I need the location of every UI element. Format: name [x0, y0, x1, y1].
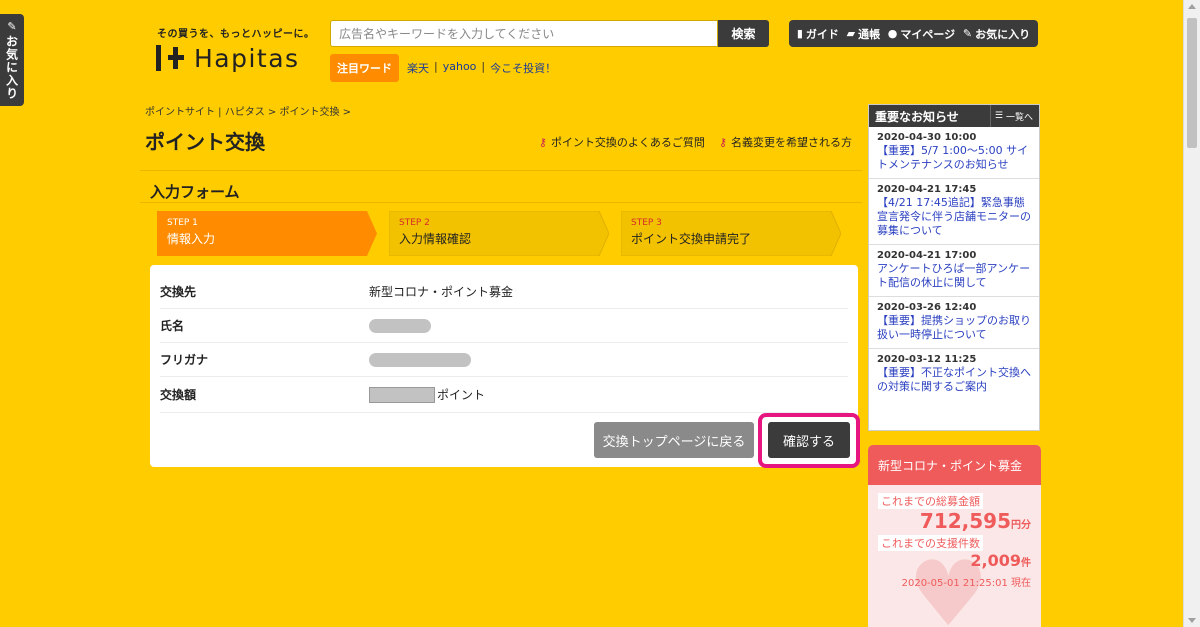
notices-all-link[interactable]: ☰ 一覧へ — [989, 105, 1033, 127]
list-icon: ☰ — [994, 111, 1003, 121]
form-row-destination: 交換先 新型コロナ・ポイント募金 — [160, 275, 848, 309]
scroll-up-icon[interactable] — [1188, 4, 1196, 9]
donation-total-label: これまでの総募金額 — [878, 493, 983, 509]
divider — [140, 170, 862, 171]
donation-title: 新型コロナ・ポイント募金 — [868, 445, 1041, 485]
featured-keywords: 注目ワード 楽天 | yahoo | 今こそ投資！ — [330, 54, 556, 82]
key-icon: ⚷ — [718, 135, 727, 149]
nav-favorites[interactable]: ✎ お気に入り — [963, 26, 1030, 42]
back-to-exchange-top-button[interactable]: 交換トップページに戻る — [594, 422, 754, 458]
book-icon: ▮ — [796, 27, 803, 40]
scroll-down-icon[interactable] — [1188, 618, 1196, 623]
favorite-tab-label: お気に入り — [4, 35, 19, 100]
important-notices: 重要なお知らせ ☰ 一覧へ 2020-04-30 10:00 【重要】5/7 1… — [868, 104, 1040, 431]
hapitas-logo[interactable]: Hapitas — [154, 43, 300, 73]
keyword-link[interactable]: yahoo — [443, 60, 477, 76]
donation-total: 712,595円分 — [919, 509, 1031, 533]
donation-count-label: これまでの支援件数 — [878, 535, 983, 551]
scrollbar-thumb[interactable] — [1187, 18, 1197, 148]
page-title: ポイント交換 — [145, 130, 265, 154]
donation-timestamp: 2020-05-01 21:25:01 現在 — [901, 578, 1031, 589]
form-row-name: 氏名 — [160, 309, 848, 343]
donation-card[interactable]: 新型コロナ・ポイント募金 ♥ これまでの総募金額 712,595円分 これまでの… — [868, 445, 1041, 627]
search-input[interactable] — [330, 20, 718, 47]
nav-mypage[interactable]: ● マイページ — [888, 26, 955, 42]
keyword-badge: 注目ワード — [330, 54, 399, 82]
search-bar: 検索 — [330, 20, 769, 47]
clip-icon: ✎ — [7, 20, 17, 33]
form-row-amount: 交換額 ポイント — [160, 377, 848, 413]
passbook-icon: ▰ — [846, 27, 856, 40]
favorite-side-tab[interactable]: ✎ お気に入り — [0, 14, 24, 106]
donation-count: 2,009件 — [970, 551, 1031, 570]
logo-tagline: その買うを、もっとハッピーに。 — [157, 29, 315, 40]
page-scrollbar[interactable] — [1183, 0, 1200, 627]
notice-item[interactable]: 2020-03-26 12:40 【重要】提携ショップのお取り扱い一時停止につい… — [869, 297, 1039, 349]
keyword-link[interactable]: 楽天 — [407, 60, 429, 76]
nav-passbook[interactable]: ▰ 通帳 — [847, 26, 880, 42]
logo-text: Hapitas — [194, 43, 300, 73]
notices-header: 重要なお知らせ ☰ 一覧へ — [869, 105, 1039, 127]
keyword-link[interactable]: 今こそ投資！ — [490, 60, 556, 76]
divider — [140, 202, 862, 203]
redacted-value — [369, 352, 471, 367]
faq-link[interactable]: ⚷ ポイント交換のよくあるご質問 — [539, 134, 705, 150]
confirm-button[interactable]: 確認する — [768, 422, 850, 458]
help-links: ⚷ ポイント交換のよくあるご質問 ⚷ 名義変更を希望される方 — [539, 134, 852, 150]
notice-item[interactable]: 2020-03-12 11:25 【重要】不正なポイント交換への対策に関するご案… — [869, 349, 1039, 400]
form-title: 入力フォーム — [150, 183, 240, 201]
separator: | — [434, 60, 438, 73]
step-3: STEP 3 ポイント交換申請完了 — [621, 211, 841, 256]
step-1: STEP 1 情報入力 — [157, 211, 377, 256]
top-navigation: ▮ ガイド ▰ 通帳 ● マイページ ✎ お気に入り — [789, 20, 1038, 47]
key-icon: ⚷ — [538, 135, 547, 149]
notice-item[interactable]: 2020-04-21 17:45 【4/21 17:45追記】緊急事態宣言発令に… — [869, 179, 1039, 245]
form-row-furigana: フリガナ — [160, 343, 848, 377]
search-button[interactable]: 検索 — [718, 20, 769, 47]
person-icon: ● — [887, 27, 898, 40]
logo-mark-icon — [154, 43, 184, 73]
breadcrumb[interactable]: ポイントサイト | ハピタス > ポイント交換 > — [145, 103, 351, 118]
redacted-value — [369, 318, 431, 333]
notice-item[interactable]: 2020-04-30 10:00 【重要】5/7 1:00～5:00 サイトメン… — [869, 127, 1039, 179]
name-change-link[interactable]: ⚷ 名義変更を希望される方 — [719, 134, 852, 150]
step-indicator: STEP 1 情報入力 STEP 2 入力情報確認 STEP 3 ポイント交換申… — [157, 211, 853, 256]
notice-item[interactable]: 2020-04-21 17:00 アンケートひろば一部アンケート配信の休止に関し… — [869, 245, 1039, 297]
step-2: STEP 2 入力情報確認 — [389, 211, 609, 256]
separator: | — [481, 60, 486, 73]
clip-icon: ✎ — [962, 27, 973, 40]
nav-guide[interactable]: ▮ ガイド — [797, 26, 839, 42]
amount-input-redacted[interactable] — [369, 386, 435, 403]
